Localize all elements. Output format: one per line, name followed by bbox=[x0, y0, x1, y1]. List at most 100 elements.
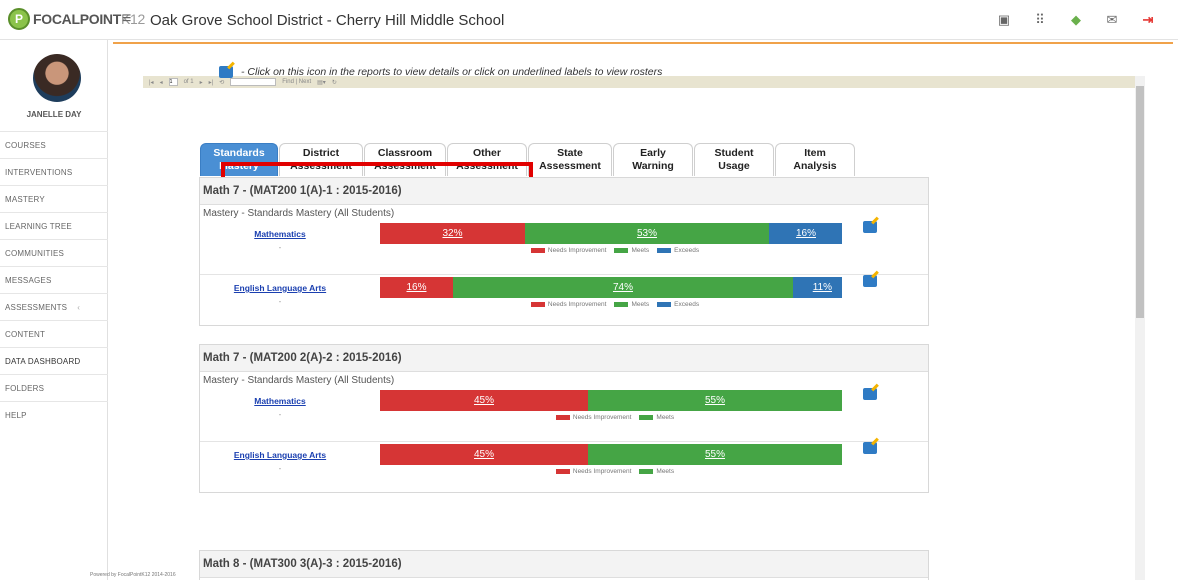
instruction-line: - Click on this icon in the reports to v… bbox=[219, 66, 662, 78]
meets-swatch bbox=[639, 415, 654, 420]
first-page-icon[interactable]: |◂ bbox=[149, 79, 154, 86]
details-edit-icon bbox=[219, 66, 233, 78]
chart-legend: Needs Improvement Meets Exceeds bbox=[380, 301, 842, 308]
exceeds-segment[interactable]: 16% bbox=[769, 223, 842, 244]
footer-credit: Powered by FocalPointK12 2014-2016 bbox=[90, 572, 176, 578]
sidebar-item-communities[interactable]: COMMUNITIES bbox=[0, 239, 108, 266]
report-panel: Math 8 - (MAT300 3(A)-3 : 2015-2016) bbox=[199, 550, 929, 580]
tab-student-usage[interactable]: Student Usage bbox=[694, 143, 774, 176]
chart-legend: Needs Improvement Meets bbox=[380, 414, 842, 421]
needs-improvement-segment[interactable]: 45% bbox=[380, 444, 588, 465]
notifications-icon[interactable]: ◆ bbox=[1058, 10, 1094, 30]
needs-improvement-segment[interactable]: 45% bbox=[380, 390, 588, 411]
mastery-row: Mathematics - 32% 53% 16% Needs Improvem… bbox=[200, 221, 928, 274]
back-icon[interactable]: ⟲ bbox=[219, 79, 224, 86]
mastery-bar: 45% 55% bbox=[380, 390, 842, 411]
details-edit-icon[interactable] bbox=[863, 388, 877, 400]
needs-improvement-swatch bbox=[530, 302, 545, 307]
scrollbar[interactable] bbox=[1135, 76, 1145, 580]
hamburger-menu-icon[interactable]: ≡ bbox=[122, 10, 131, 28]
sidebar-item-folders[interactable]: FOLDERS bbox=[0, 374, 108, 401]
user-name: JANELLE DAY bbox=[26, 110, 82, 119]
id-card-icon[interactable]: ▣ bbox=[986, 10, 1022, 30]
panel-subtitle: Mastery - Standards Mastery (All Student… bbox=[203, 208, 395, 219]
report-panel: Math 7 - (MAT200 1(A)-1 : 2015-2016) Mas… bbox=[199, 177, 929, 326]
sidebar-item-content[interactable]: CONTENT bbox=[0, 320, 108, 347]
meets-segment[interactable]: 53% bbox=[525, 223, 769, 244]
needs-improvement-swatch bbox=[555, 415, 570, 420]
instruction-text: - Click on this icon in the reports to v… bbox=[241, 66, 663, 78]
subject-dash: - bbox=[278, 243, 282, 252]
apps-grid-icon[interactable]: ⠿ bbox=[1022, 10, 1058, 30]
top-icons: ▣ ⠿ ◆ ✉ ⇥ bbox=[986, 10, 1166, 30]
top-bar: P FOCALPOINTK12 ≡ Oak Grove School Distr… bbox=[0, 0, 1178, 40]
last-page-icon[interactable]: ▸| bbox=[209, 79, 214, 86]
scrollbar-thumb[interactable] bbox=[1136, 86, 1144, 318]
exceeds-swatch bbox=[657, 248, 672, 253]
subject-dash: - bbox=[278, 464, 282, 473]
sidebar-item-messages[interactable]: MESSAGES bbox=[0, 266, 108, 293]
chart-legend: Needs Improvement Meets Exceeds bbox=[380, 247, 842, 254]
prev-page-icon[interactable]: ◂ bbox=[160, 79, 163, 86]
meets-segment[interactable]: 55% bbox=[588, 444, 842, 465]
mastery-row: English Language Arts - 16% 74% 11% Need… bbox=[200, 274, 928, 327]
sidebar: JANELLE DAY COURSES INTERVENTIONS MASTER… bbox=[0, 40, 108, 580]
subject-dash: - bbox=[278, 297, 282, 306]
needs-improvement-segment[interactable]: 16% bbox=[380, 277, 453, 298]
accent-divider bbox=[113, 42, 1173, 44]
sidebar-item-help[interactable]: HELP bbox=[0, 401, 108, 428]
page-number-input[interactable] bbox=[168, 78, 178, 86]
find-input[interactable] bbox=[230, 78, 277, 86]
details-edit-icon[interactable] bbox=[863, 221, 877, 233]
logout-icon[interactable]: ⇥ bbox=[1130, 10, 1166, 30]
sidebar-nav: COURSES INTERVENTIONS MASTERY LEARNING T… bbox=[0, 131, 108, 428]
mail-icon[interactable]: ✉ bbox=[1094, 10, 1130, 30]
needs-improvement-segment[interactable]: 32% bbox=[380, 223, 525, 244]
panel-title: Math 8 - (MAT300 3(A)-3 : 2015-2016) bbox=[200, 551, 928, 578]
mastery-row: Mathematics - 45% 55% Needs Improvement … bbox=[200, 388, 928, 441]
sidebar-item-interventions[interactable]: INTERVENTIONS bbox=[0, 158, 108, 185]
subject-link[interactable]: English Language Arts bbox=[200, 450, 360, 460]
panel-title: Math 7 - (MAT200 1(A)-1 : 2015-2016) bbox=[200, 178, 928, 205]
report-panel: Math 7 - (MAT200 2(A)-2 : 2015-2016) Mas… bbox=[199, 344, 929, 493]
export-icon[interactable]: ▤▾ bbox=[317, 79, 326, 86]
page-title: Oak Grove School District - Cherry Hill … bbox=[150, 12, 505, 29]
details-edit-icon[interactable] bbox=[863, 275, 877, 287]
tab-state-assessment[interactable]: State Assessment bbox=[528, 143, 612, 176]
sidebar-item-data-dashboard[interactable]: DATA DASHBOARD bbox=[0, 347, 108, 374]
panel-title: Math 7 - (MAT200 2(A)-2 : 2015-2016) bbox=[200, 345, 928, 372]
sidebar-item-assessments[interactable]: ASSESSMENTS ‹ bbox=[0, 293, 108, 320]
subject-link[interactable]: English Language Arts bbox=[200, 283, 360, 293]
subject-link[interactable]: Mathematics bbox=[200, 396, 360, 406]
tab-district-assessment[interactable]: District Assessment bbox=[279, 143, 363, 176]
mastery-row: English Language Arts - 45% 55% Needs Im… bbox=[200, 441, 928, 494]
mastery-bar: 45% 55% bbox=[380, 444, 842, 465]
exceeds-swatch bbox=[657, 302, 672, 307]
sidebar-item-courses[interactable]: COURSES bbox=[0, 131, 108, 158]
chart-legend: Needs Improvement Meets bbox=[380, 468, 842, 475]
meets-segment[interactable]: 55% bbox=[588, 390, 842, 411]
needs-improvement-swatch bbox=[555, 469, 570, 474]
focalpoint-logo-icon: P bbox=[8, 8, 30, 30]
exceeds-segment[interactable]: 11% bbox=[793, 277, 842, 298]
tab-early-warning[interactable]: Early Warning bbox=[613, 143, 693, 176]
tab-other-assessment[interactable]: Other Assessment bbox=[447, 143, 527, 176]
mastery-bar: 16% 74% 11% bbox=[380, 277, 842, 298]
meets-segment[interactable]: 74% bbox=[453, 277, 793, 298]
sidebar-item-mastery[interactable]: MASTERY bbox=[0, 185, 108, 212]
mastery-bar: 32% 53% 16% bbox=[380, 223, 842, 244]
chevron-left-icon: ‹ bbox=[77, 302, 81, 312]
next-page-icon[interactable]: ▸ bbox=[200, 79, 203, 86]
tab-classroom-assessment[interactable]: Classroom Assessment bbox=[364, 143, 446, 176]
subject-link[interactable]: Mathematics bbox=[200, 229, 360, 239]
details-edit-icon[interactable] bbox=[863, 442, 877, 454]
find-next-link[interactable]: Find | Next bbox=[282, 79, 311, 85]
sidebar-item-learning-tree[interactable]: LEARNING TREE bbox=[0, 212, 108, 239]
tab-standards-mastery[interactable]: Standards Mastery bbox=[200, 143, 278, 176]
panel-subtitle: Mastery - Standards Mastery (All Student… bbox=[203, 375, 395, 386]
report-tabs: Standards Mastery District Assessment Clas… bbox=[200, 143, 856, 176]
avatar[interactable] bbox=[33, 54, 81, 102]
meets-swatch bbox=[614, 248, 629, 253]
refresh-icon[interactable]: ↻ bbox=[332, 79, 337, 86]
tab-item-analysis[interactable]: Item Analysis bbox=[775, 143, 855, 176]
